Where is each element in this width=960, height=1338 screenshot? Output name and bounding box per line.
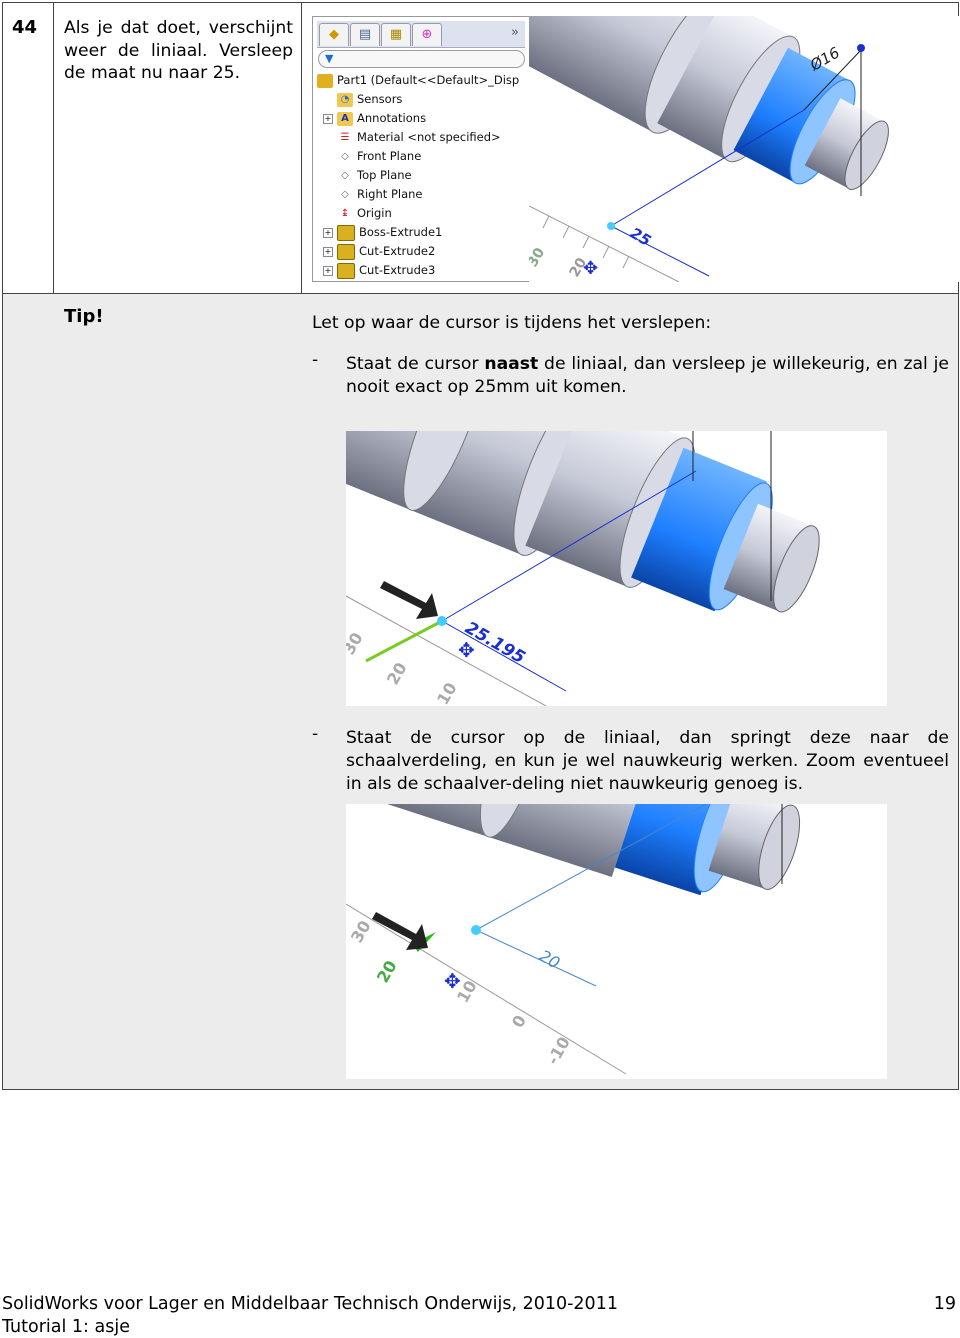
ruler xyxy=(346,903,627,1075)
tip-row: Tip! Let op waar de cursor is tijdens he… xyxy=(3,294,958,1089)
dimension-line xyxy=(610,225,710,277)
filter-icon: ▼ xyxy=(325,52,334,65)
sensors-folder-icon: ◔ xyxy=(337,92,353,107)
feature-manager-icon[interactable]: ◆ xyxy=(319,23,349,46)
ruler-label: 10 xyxy=(433,679,461,706)
ruler-label: 20 xyxy=(373,957,401,986)
bullet-marker: - xyxy=(312,724,319,744)
cad-viewport-25195: 30 20 10 25.195 ✥ xyxy=(346,431,887,706)
expand-icon[interactable]: + xyxy=(323,265,333,276)
tree-item-boss-extrude1[interactable]: + Boss-Extrude1 xyxy=(323,223,442,241)
annotations-folder-icon: A xyxy=(337,111,353,126)
snap-indicator xyxy=(365,619,443,663)
configuration-manager-icon[interactable]: ▦ xyxy=(381,23,411,46)
ruler-label: 20 xyxy=(383,659,411,688)
tree-item-top-plane[interactable]: ◇ Top Plane xyxy=(323,166,411,184)
tree-item-sensors[interactable]: ◔ Sensors xyxy=(323,90,402,108)
page-number: 19 xyxy=(933,1294,956,1314)
cad-viewport-25: 30 20 25 Ø16 ✥ xyxy=(529,16,959,282)
tree-item-right-plane[interactable]: ◇ Right Plane xyxy=(323,185,422,203)
expand-icon[interactable]: + xyxy=(323,227,333,238)
expand-icon[interactable]: + xyxy=(323,246,333,257)
shaft xyxy=(346,804,801,896)
expand-icon[interactable]: + xyxy=(323,113,333,124)
move-cursor-icon: ✥ xyxy=(583,258,598,279)
move-cursor-icon: ✥ xyxy=(458,638,475,662)
diameter-handle[interactable] xyxy=(857,44,865,52)
step-row: 44 Als je dat doet, verschijnt weer de l… xyxy=(3,3,959,294)
drag-handle[interactable] xyxy=(437,616,447,626)
tree-item-front-plane[interactable]: ◇ Front Plane xyxy=(323,147,421,165)
tree-item-cut-extrude3[interactable]: + Cut-Extrude3 xyxy=(323,261,435,279)
step-number: 44 xyxy=(12,17,38,38)
tip-label: Tip! xyxy=(64,306,104,327)
tree-item-cut-extrude2[interactable]: + Cut-Extrude2 xyxy=(323,242,435,260)
ruler-label: 30 xyxy=(347,917,375,946)
bullet-marker: - xyxy=(312,350,319,370)
cut-extrude-icon xyxy=(337,262,355,279)
plane-icon: ◇ xyxy=(341,169,349,181)
cad-viewport-20: 20 30 10 0 -10 20 ✥ xyxy=(346,804,887,1079)
tip-intro: Let op waar de cursor is tijdens het ver… xyxy=(312,313,712,333)
filter-input[interactable]: ▼ xyxy=(318,50,525,68)
feature-manager-tree: ◆ ▤ ▦ ⊕ » ▼ Part1 (Default<<Default>_Dis… xyxy=(312,16,530,282)
dimension-line xyxy=(475,929,597,987)
ruler-label: -10 xyxy=(543,1033,574,1068)
tree-item-material[interactable]: ☰ Material <not specified> xyxy=(323,128,501,146)
boss-extrude-icon xyxy=(337,224,355,241)
part-icon xyxy=(317,73,333,88)
ruler xyxy=(529,205,680,282)
plane-icon: ◇ xyxy=(341,188,349,200)
footer-tutorial: Tutorial 1: asje xyxy=(2,1317,130,1337)
more-tabs-icon[interactable]: » xyxy=(511,25,519,40)
move-cursor-icon: ✥ xyxy=(444,969,461,993)
bullet-1: Staat de cursor naast de liniaal, dan ve… xyxy=(346,354,950,397)
tree-item-annotations[interactable]: + A Annotations xyxy=(323,109,426,127)
pointer-arrow-icon xyxy=(372,912,428,950)
ruler-label: 0 xyxy=(508,1012,530,1031)
property-manager-icon[interactable]: ▤ xyxy=(350,23,380,46)
origin-icon: ↨ xyxy=(340,207,350,219)
bullet-2: Staat de cursor op de liniaal, dan sprin… xyxy=(346,728,949,794)
tree-item-origin[interactable]: ↨ Origin xyxy=(323,204,392,222)
drag-handle[interactable] xyxy=(471,925,481,935)
instruction-table: 44 Als je dat doet, verschijnt weer de l… xyxy=(2,2,959,1090)
ruler-label: 30 xyxy=(529,245,548,270)
tree-item-part[interactable]: Part1 (Default<<Default>_Disp xyxy=(317,71,519,89)
step-text: Als je dat doet, verschijnt weer de lini… xyxy=(64,18,293,83)
ruler-label: 30 xyxy=(346,629,367,658)
plane-icon: ◇ xyxy=(341,150,349,162)
cut-extrude-icon xyxy=(337,243,355,260)
footer-course: SolidWorks voor Lager en Middelbaar Tech… xyxy=(2,1294,618,1314)
dimxpert-icon[interactable]: ⊕ xyxy=(412,23,442,46)
drag-handle[interactable] xyxy=(607,222,615,230)
material-icon: ☰ xyxy=(340,131,350,143)
pointer-arrow-icon xyxy=(380,581,438,619)
feature-manager-tabs: ◆ ▤ ▦ ⊕ » xyxy=(317,21,525,48)
shaft xyxy=(346,431,820,613)
